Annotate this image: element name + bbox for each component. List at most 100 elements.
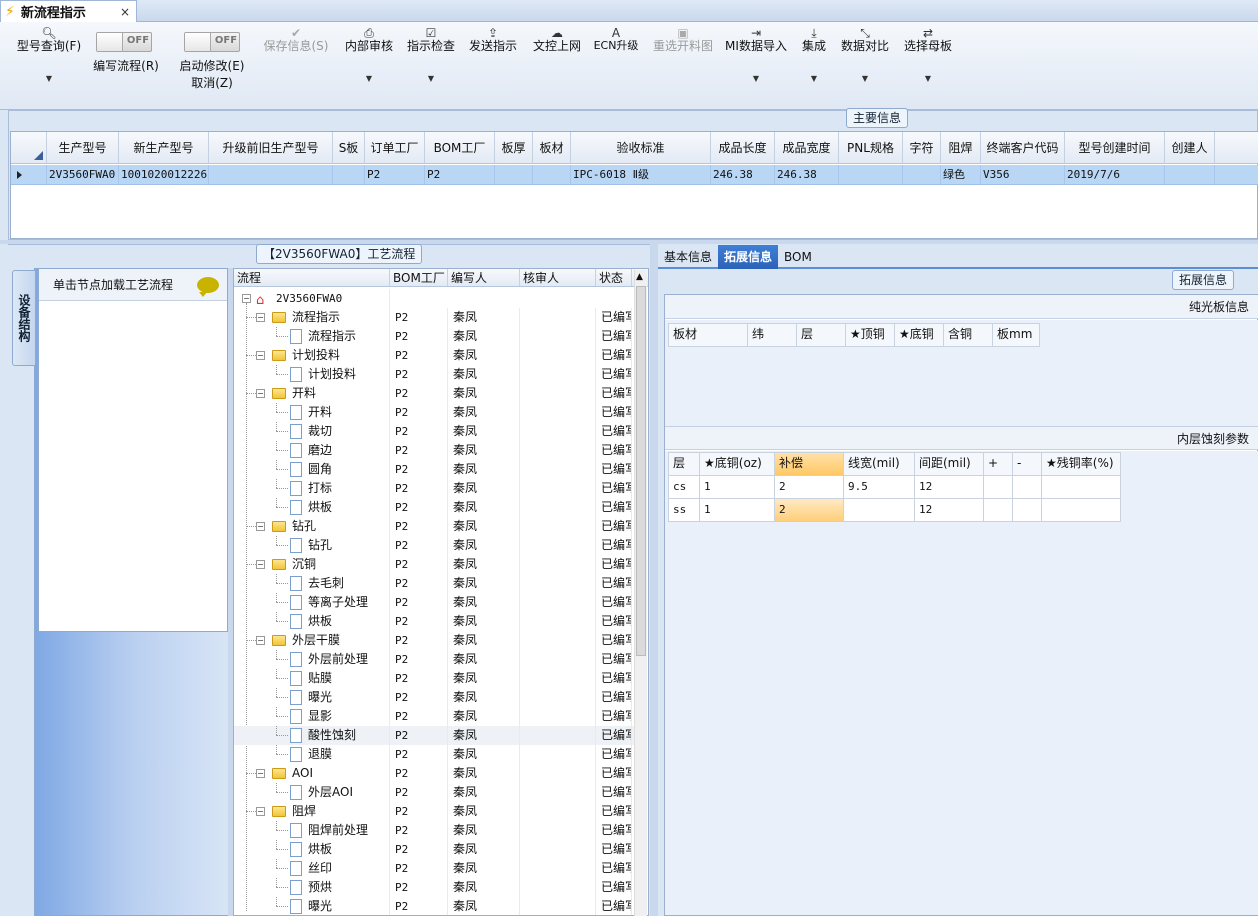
scroll-up-icon[interactable]: ▲ [636, 272, 643, 282]
column-header[interactable]: S板 [333, 132, 365, 163]
grid-column-header[interactable]: 层 [796, 323, 846, 347]
table-cell[interactable] [209, 165, 333, 184]
grid-column-header[interactable]: 板mm [992, 323, 1040, 347]
tree-step-node[interactable]: 去毛刺 P2秦凤 已编写 [234, 574, 634, 593]
column-header[interactable]: 板材 [533, 132, 571, 163]
tree-folder-node[interactable]: − 计划投料 P2秦凤 已编写 [234, 346, 634, 365]
tab-new-flow[interactable]: ⚡ 新流程指示 × [0, 0, 137, 22]
internal-review-button[interactable]: ⎙ 内部审核 ▼ [342, 22, 396, 110]
grid-cell[interactable]: 2 [774, 475, 844, 499]
table-cell[interactable] [839, 165, 903, 184]
grid-cell[interactable] [983, 475, 1013, 499]
grid-column-header[interactable]: ★顶铜 [845, 323, 895, 347]
table-cell[interactable] [903, 165, 941, 184]
tree-column-header[interactable]: BOM工厂 [390, 269, 448, 286]
tree-root[interactable]: − ⌂ 2V3560FWA0 [234, 289, 634, 308]
collapse-icon[interactable]: − [256, 313, 265, 322]
process-tree[interactable]: 流程BOM工厂编写人核审人状态 −⌂2V3560FWA0−流程指示P2秦凤已编写… [233, 268, 649, 916]
table-cell[interactable]: P2 [425, 165, 495, 184]
tree-folder-node[interactable]: − 沉铜 P2秦凤 已编写 [234, 555, 634, 574]
collapse-icon[interactable]: − [256, 522, 265, 531]
tree-step-node[interactable]: 外层AOI P2秦凤 已编写 [234, 783, 634, 802]
tree-column-header[interactable]: 编写人 [448, 269, 520, 286]
tree-folder-node[interactable]: − 开料 P2秦凤 已编写 [234, 384, 634, 403]
column-header[interactable]: 创建人 [1165, 132, 1215, 163]
column-header[interactable]: 成品长度 [711, 132, 775, 163]
column-header[interactable]: 终端客户代码 [981, 132, 1065, 163]
send-button[interactable]: ⇪ 发送指示 [466, 22, 520, 110]
tree-step-node[interactable]: 等离子处理 P2秦凤 已编写 [234, 593, 634, 612]
bare-board-grid[interactable]: 板材纬层 ★顶铜 ★底铜 含铜 板mm [668, 323, 1040, 347]
tree-step-node[interactable]: 退膜 P2秦凤 已编写 [234, 745, 634, 764]
tree-step-node[interactable]: 阻焊前处理 P2秦凤 已编写 [234, 821, 634, 840]
table-cell[interactable] [495, 165, 533, 184]
grid-column-header[interactable]: 含铜 [943, 323, 993, 347]
column-header[interactable]: 验收标准 [571, 132, 711, 163]
grid-column-header[interactable]: 间距(mil) [914, 452, 984, 476]
tree-folder-node[interactable]: − 流程指示 P2秦凤 已编写 [234, 308, 634, 327]
tree-step-node[interactable]: 计划投料 P2秦凤 已编写 [234, 365, 634, 384]
tree-step-node[interactable]: 开料 P2秦凤 已编写 [234, 403, 634, 422]
tree-step-node[interactable]: 贴膜 P2秦凤 已编写 [234, 669, 634, 688]
grid-cell[interactable]: 9.5 [843, 475, 915, 499]
grid-column-header[interactable]: 补偿 [774, 452, 844, 476]
tree-column-header[interactable]: 流程 [234, 269, 390, 286]
table-cell[interactable]: V356 [981, 165, 1065, 184]
chevron-down-icon[interactable]: ▼ [404, 74, 458, 83]
grid-column-header[interactable]: ★底铜(oz) [699, 452, 775, 476]
table-cell[interactable]: IPC-6018 Ⅱ级 [571, 165, 711, 184]
grid-cell[interactable]: 12 [914, 475, 984, 499]
grid-cell[interactable] [1012, 498, 1042, 522]
close-icon[interactable]: × [120, 5, 130, 19]
column-header[interactable]: 升级前旧生产型号 [209, 132, 333, 163]
table-cell[interactable]: 绿色 [941, 165, 981, 184]
chevron-down-icon[interactable]: ▼ [342, 74, 396, 83]
collapse-icon[interactable]: − [256, 389, 265, 398]
tree-step-node[interactable]: 酸性蚀刻 P2秦凤 已编写 [234, 726, 634, 745]
table-cell[interactable]: 246.38 [711, 165, 775, 184]
tree-step-node[interactable]: 曝光 P2秦凤 已编写 [234, 688, 634, 707]
collapse-icon[interactable]: − [256, 351, 265, 360]
tree-step-node[interactable]: 丝印 P2秦凤 已编写 [234, 859, 634, 878]
tree-folder-node[interactable]: − 阻焊 P2秦凤 已编写 [234, 802, 634, 821]
grid-column-header[interactable]: - [1012, 452, 1042, 476]
detail-tab[interactable]: 拓展信息 [718, 245, 779, 269]
chevron-down-icon[interactable]: ▼ [900, 74, 956, 83]
column-header[interactable]: 板厚 [495, 132, 533, 163]
tree-column-header[interactable]: 核审人 [520, 269, 596, 286]
grid-cell[interactable] [843, 498, 915, 522]
tree-column-header[interactable]: 状态 [596, 269, 632, 286]
column-header[interactable]: BOM工厂 [425, 132, 495, 163]
grid-cell[interactable] [1041, 475, 1121, 499]
detail-tab[interactable]: 基本信息 [658, 245, 718, 269]
upload-button[interactable]: ☁ 文控上网 [530, 22, 584, 110]
tree-step-node[interactable]: 显影 P2秦凤 已编写 [234, 707, 634, 726]
column-header[interactable]: PNL规格 [839, 132, 903, 163]
grid-cell[interactable] [983, 498, 1013, 522]
chevron-down-icon[interactable]: ▼ [724, 74, 788, 83]
tree-step-node[interactable]: 烘板 P2秦凤 已编写 [234, 498, 634, 517]
scroll-thumb[interactable] [636, 286, 646, 656]
tree-folder-node[interactable]: − 钻孔 P2秦凤 已编写 [234, 517, 634, 536]
table-cell[interactable]: 2019/7/6 [1065, 165, 1165, 184]
tree-step-node[interactable]: 流程指示 P2秦凤 已编写 [234, 327, 634, 346]
column-header[interactable]: 生产型号 [47, 132, 119, 163]
table-cell[interactable] [533, 165, 571, 184]
chevron-down-icon[interactable]: ▼ [796, 74, 832, 83]
main-info-grid[interactable]: 生产型号 新生产型号 升级前旧生产型号 S板 订单工厂 BOM工厂 板厚 板材 验收标准 成品长度… [10, 131, 1258, 239]
start-edit-toggle[interactable]: OFF [184, 32, 240, 52]
grid-column-header[interactable]: 层 [668, 452, 700, 476]
grid-cell[interactable]: 2 [774, 498, 844, 522]
tree-step-node[interactable]: 烘板 P2秦凤 已编写 [234, 840, 634, 859]
collapse-icon[interactable]: − [242, 294, 251, 303]
cancel-button[interactable]: 取消(Z) [176, 75, 248, 92]
chevron-down-icon[interactable]: ▼ [14, 74, 84, 83]
column-header[interactable]: 订单工厂 [365, 132, 425, 163]
ecn-button[interactable]: A ECN升级 [592, 22, 640, 110]
table-cell[interactable] [1165, 165, 1215, 184]
compare-button[interactable]: ⤡ 数据对比 ▼ [838, 22, 892, 110]
tree-step-node[interactable]: 裁切 P2秦凤 已编写 [234, 422, 634, 441]
grid-column-header[interactable]: ★底铜 [894, 323, 944, 347]
table-cell[interactable]: P2 [365, 165, 425, 184]
grid-cell[interactable] [1041, 498, 1121, 522]
